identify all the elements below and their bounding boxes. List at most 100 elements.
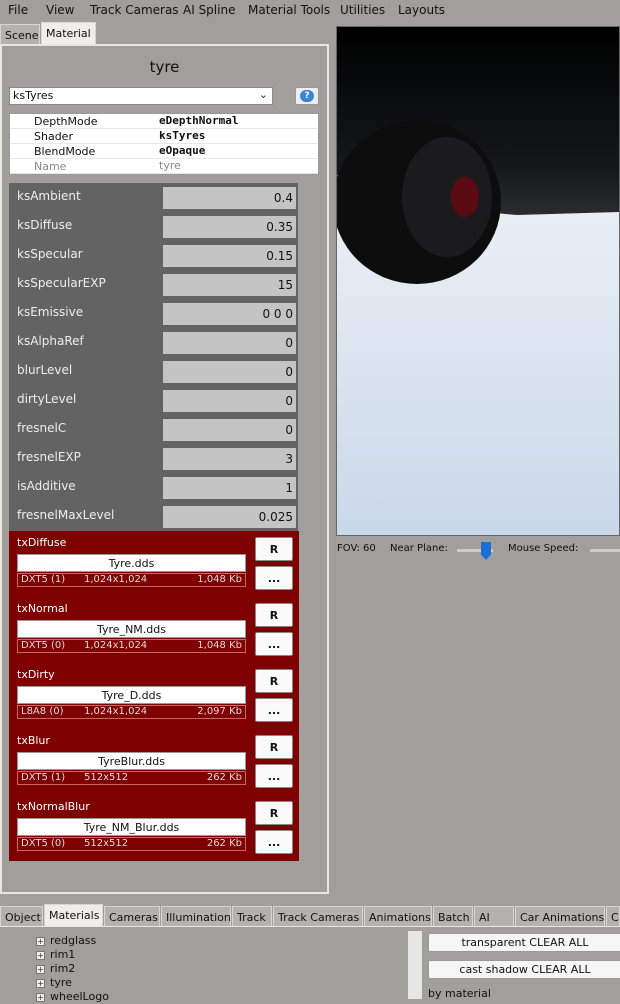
texture-slot-name: txDiffuse bbox=[17, 536, 67, 549]
tab-track[interactable]: Track bbox=[232, 906, 272, 926]
menu-track-cameras[interactable]: Track Cameras bbox=[90, 3, 179, 17]
tab-ai[interactable]: AI bbox=[474, 906, 514, 926]
texture-format: DXT5 (0) bbox=[21, 838, 66, 849]
texture-size: 2,097 Kb bbox=[197, 706, 242, 717]
param-value-ksalpharef[interactable]: 0 bbox=[163, 332, 296, 354]
tree-scrollbar[interactable] bbox=[408, 931, 422, 999]
shader-params: ksAmbient 0.4 ksDiffuse 0.35 ksSpecular 0.1… bbox=[9, 183, 298, 531]
tree-item-label: tyre bbox=[50, 976, 72, 989]
prop-value: tyre bbox=[159, 159, 181, 172]
mouse-speed-slider[interactable] bbox=[590, 549, 620, 552]
tab-animations[interactable]: Animations bbox=[364, 906, 432, 926]
texture-slot-name: txNormalBlur bbox=[17, 800, 90, 813]
texture-size: 1,048 Kb bbox=[197, 640, 242, 651]
param-label: blurLevel bbox=[17, 363, 73, 377]
expand-icon[interactable]: + bbox=[36, 979, 45, 988]
prop-row-shader[interactable]: Shader ksTyres bbox=[10, 129, 318, 144]
param-value-ksambient[interactable]: 0.4 bbox=[163, 187, 296, 209]
tab-batch[interactable]: Batch bbox=[433, 906, 473, 926]
texture-info: DXT5 (1) 512x512 262 Kb bbox=[17, 771, 246, 785]
reload-texture-button[interactable]: R bbox=[255, 603, 293, 627]
param-value-ksdiffuse[interactable]: 0.35 bbox=[163, 216, 296, 238]
texture-slots: txDiffuse Tyre.dds DXT5 (1) 1,024x1,024 1,… bbox=[9, 531, 299, 861]
texture-dims: 512x512 bbox=[84, 838, 129, 849]
menu-material-tools[interactable]: Material Tools bbox=[248, 3, 330, 17]
tab-materials[interactable]: Materials bbox=[44, 904, 103, 926]
texture-file-field[interactable]: Tyre_NM_Blur.dds bbox=[17, 818, 246, 836]
tab-illumination[interactable]: Illumination bbox=[161, 906, 231, 926]
tab-cameras[interactable]: Cameras bbox=[104, 906, 160, 926]
texture-info: L8A8 (0) 1,024x1,024 2,097 Kb bbox=[17, 705, 246, 719]
reload-texture-button[interactable]: R bbox=[255, 801, 293, 825]
texture-dims: 1,024x1,024 bbox=[84, 706, 148, 717]
param-value-blurlevel[interactable]: 0 bbox=[163, 361, 296, 383]
texture-size: 1,048 Kb bbox=[197, 574, 242, 585]
texture-file-field[interactable]: Tyre_D.dds bbox=[17, 686, 246, 704]
prop-key: Name bbox=[34, 160, 67, 173]
prop-value: eOpaque bbox=[159, 144, 206, 157]
param-label: fresnelMaxLevel bbox=[17, 508, 115, 522]
expand-icon[interactable]: + bbox=[36, 951, 45, 960]
browse-texture-button[interactable]: ... bbox=[255, 830, 293, 854]
param-label: dirtyLevel bbox=[17, 392, 77, 406]
texture-dims: 1,024x1,024 bbox=[84, 574, 148, 585]
texture-file-field[interactable]: Tyre.dds bbox=[17, 554, 246, 572]
menu-ai-spline[interactable]: AI Spline bbox=[183, 3, 235, 17]
near-plane-slider-thumb[interactable] bbox=[481, 542, 491, 560]
prop-row-blendmode[interactable]: BlendMode eOpaque bbox=[10, 144, 318, 159]
param-label: ksAmbient bbox=[17, 189, 81, 203]
texture-slot-txblur: txBlur TyreBlur.dds DXT5 (1) 512x512 262 K… bbox=[9, 729, 299, 795]
help-button[interactable]: ? bbox=[295, 87, 319, 105]
browse-texture-button[interactable]: ... bbox=[255, 764, 293, 788]
browse-texture-button[interactable]: ... bbox=[255, 698, 293, 722]
prop-row-depthmode[interactable]: DepthMode eDepthNormal bbox=[10, 114, 318, 129]
tab-object[interactable]: Object bbox=[0, 906, 43, 926]
texture-format: DXT5 (0) bbox=[21, 640, 66, 651]
shader-select-value: ksTyres bbox=[13, 89, 54, 102]
reload-texture-button[interactable]: R bbox=[255, 669, 293, 693]
shader-select[interactable]: ksTyres ⌄ bbox=[9, 87, 273, 105]
tab-material[interactable]: Material bbox=[41, 22, 96, 44]
texture-file-field[interactable]: TyreBlur.dds bbox=[17, 752, 246, 770]
param-value-ksspecular[interactable]: 0.15 bbox=[163, 245, 296, 267]
top-tab-strip: Scene Material bbox=[0, 22, 330, 44]
param-label: ksSpecularEXP bbox=[17, 276, 106, 290]
param-value-ksspecularexp[interactable]: 15 bbox=[163, 274, 296, 296]
texture-dims: 512x512 bbox=[84, 772, 129, 783]
param-value-fresnelmaxlevel[interactable]: 0.025 bbox=[163, 506, 296, 528]
param-value-fresnelexp[interactable]: 3 bbox=[163, 448, 296, 470]
render-viewport[interactable] bbox=[336, 26, 620, 536]
bottom-tab-strip: Object Materials Cameras Illumination Tr… bbox=[0, 904, 620, 926]
texture-info: DXT5 (0) 512x512 262 Kb bbox=[17, 837, 246, 851]
transparent-clear-all-button[interactable]: transparent CLEAR ALL bbox=[428, 933, 620, 952]
param-label: fresnelC bbox=[17, 421, 67, 435]
param-value-fresnelc[interactable]: 0 bbox=[163, 419, 296, 441]
menu-utilities[interactable]: Utilities bbox=[340, 3, 385, 17]
expand-icon[interactable]: + bbox=[36, 965, 45, 974]
param-value-ksemissive[interactable]: 0 0 0 bbox=[163, 303, 296, 325]
menu-view[interactable]: View bbox=[46, 3, 74, 17]
reload-texture-button[interactable]: R bbox=[255, 537, 293, 561]
tab-car-animations[interactable]: Car Animations bbox=[515, 906, 605, 926]
browse-texture-button[interactable]: ... bbox=[255, 632, 293, 656]
texture-slot-txdiffuse: txDiffuse Tyre.dds DXT5 (1) 1,024x1,024 1,… bbox=[9, 531, 299, 597]
param-value-dirtylevel[interactable]: 0 bbox=[163, 390, 296, 412]
reload-texture-button[interactable]: R bbox=[255, 735, 293, 759]
tab-overflow[interactable]: C bbox=[606, 906, 620, 926]
tab-scene[interactable]: Scene bbox=[0, 24, 40, 44]
menu-layouts[interactable]: Layouts bbox=[398, 3, 445, 17]
prop-value: eDepthNormal bbox=[159, 114, 239, 127]
browse-texture-button[interactable]: ... bbox=[255, 566, 293, 590]
viewport-scene bbox=[337, 27, 619, 535]
fov-readout: FOV: 60 bbox=[337, 543, 376, 554]
menu-file[interactable]: File bbox=[8, 3, 28, 17]
param-value-isadditive[interactable]: 1 bbox=[163, 477, 296, 499]
cast-shadow-clear-all-button[interactable]: cast shadow CLEAR ALL bbox=[428, 960, 620, 979]
tab-track-cameras[interactable]: Track Cameras bbox=[273, 906, 363, 926]
texture-file-field[interactable]: Tyre_NM.dds bbox=[17, 620, 246, 638]
param-label: isAdditive bbox=[17, 479, 76, 493]
prop-row-name[interactable]: Name tyre bbox=[10, 159, 318, 174]
prop-key: DepthMode bbox=[34, 115, 98, 128]
expand-icon[interactable]: + bbox=[36, 937, 45, 946]
param-label: ksEmissive bbox=[17, 305, 84, 319]
